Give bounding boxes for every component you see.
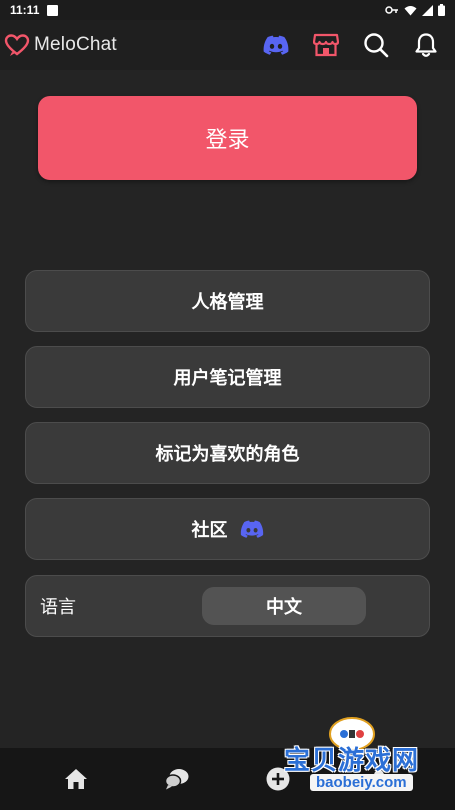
home-icon	[64, 769, 87, 789]
favorite-characters-button[interactable]: 标记为喜欢的角色	[25, 422, 430, 484]
store-icon	[313, 33, 339, 57]
user-notes-management-button[interactable]: 用户笔记管理	[25, 346, 430, 408]
language-row: 语言 中文	[25, 575, 430, 637]
store-button[interactable]	[301, 20, 351, 70]
login-button[interactable]: 登录	[38, 96, 417, 180]
discord-button[interactable]	[251, 20, 301, 70]
discord-icon	[263, 35, 289, 55]
status-time: 11:11	[10, 3, 40, 17]
app-bar-actions	[251, 20, 451, 70]
language-select[interactable]: 中文	[202, 587, 366, 625]
profile-icon	[369, 770, 388, 789]
nav-create[interactable]	[227, 754, 328, 804]
nav-profile[interactable]	[328, 754, 429, 804]
search-icon	[364, 33, 389, 58]
nav-home[interactable]	[25, 754, 126, 804]
status-icons	[385, 4, 445, 16]
battery-icon	[438, 4, 445, 16]
notifications-button[interactable]	[401, 20, 451, 70]
community-button[interactable]: 社区	[25, 498, 430, 560]
app-title: MeloChat	[34, 34, 117, 55]
menu-item-label: 人格管理	[191, 292, 264, 313]
chat-icon	[164, 769, 188, 790]
status-bar: 11:11	[0, 0, 455, 20]
add-icon	[266, 767, 289, 791]
bell-icon	[415, 33, 437, 57]
vpn-key-icon	[385, 6, 398, 14]
signal-icon	[422, 4, 433, 16]
bottom-nav	[0, 748, 455, 810]
menu-item-label: 用户笔记管理	[173, 368, 282, 389]
language-label: 语言	[40, 597, 76, 618]
menu-item-label: 标记为喜欢的角色	[155, 444, 300, 465]
app-logo[interactable]: MeloChat	[4, 33, 117, 57]
persona-management-button[interactable]: 人格管理	[25, 270, 430, 332]
search-button[interactable]	[351, 20, 401, 70]
discord-icon	[240, 520, 264, 538]
screen: 11:11 MeloChat 登录 人格管理 用户笔记管理 标记为喜欢的角色 社…	[0, 0, 455, 810]
watermark-mascot-icon	[329, 717, 375, 751]
notification-icon	[47, 4, 59, 16]
app-bar: MeloChat	[0, 20, 455, 70]
nav-chat[interactable]	[126, 754, 227, 804]
menu-item-label: 社区	[191, 520, 228, 541]
wifi-icon	[404, 5, 417, 15]
logo-heart-icon	[4, 34, 30, 56]
